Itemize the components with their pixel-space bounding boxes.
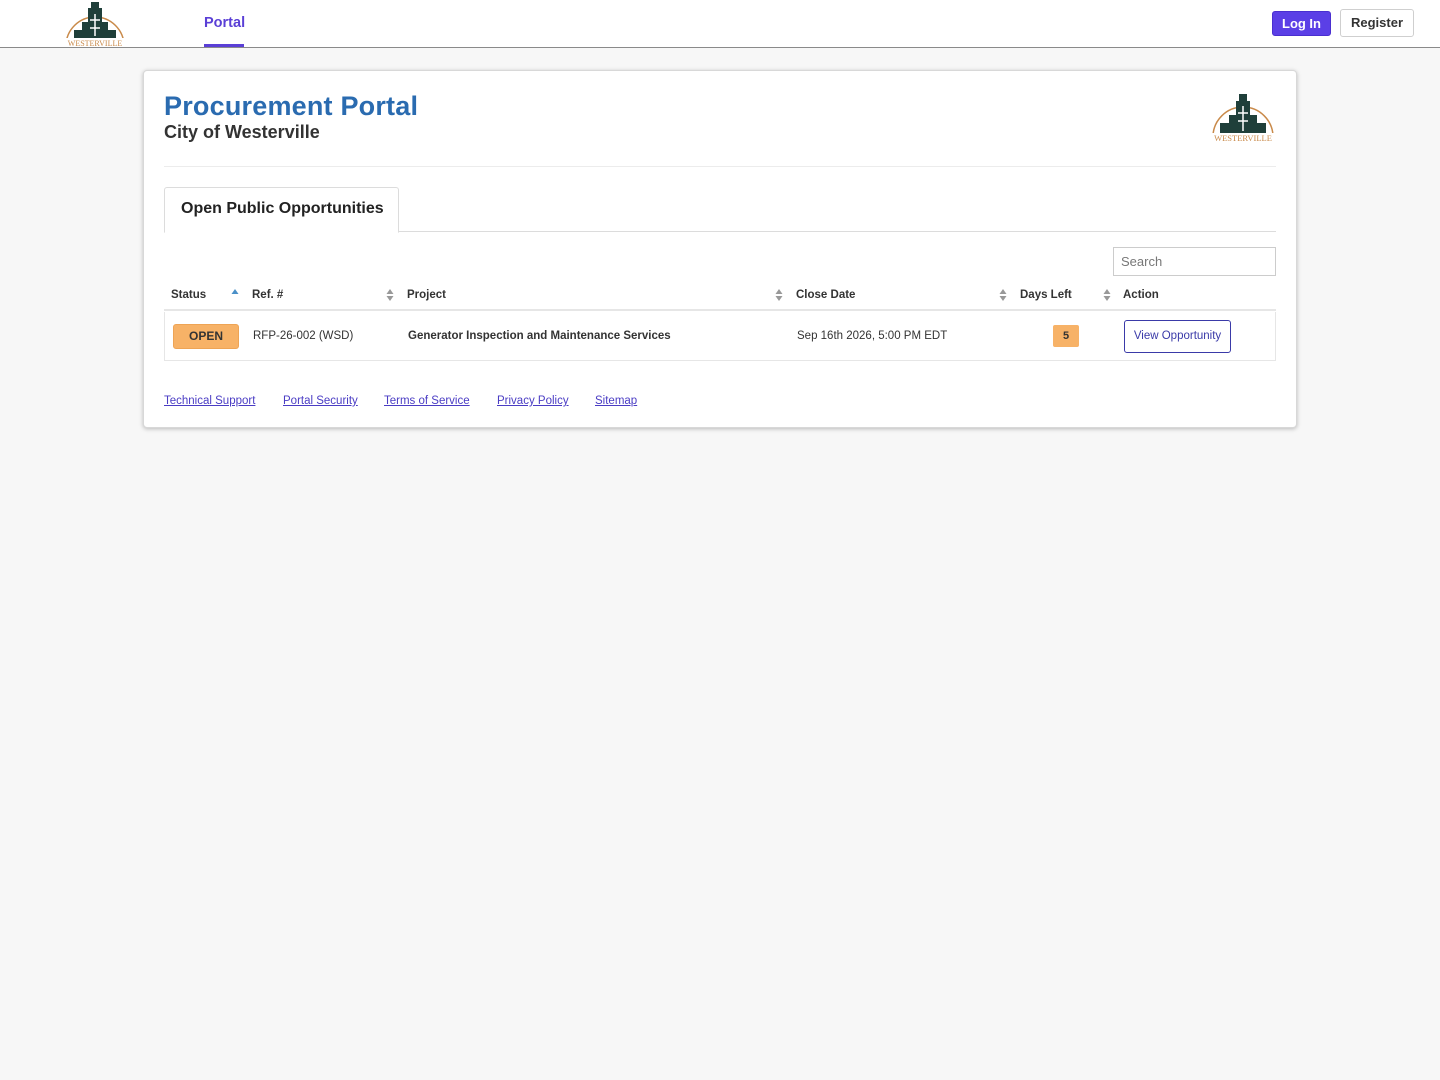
view-opportunity-button[interactable]: View Opportunity	[1124, 320, 1231, 353]
footer-link-technical-support[interactable]: Technical Support	[164, 395, 255, 407]
footer-link-sitemap[interactable]: Sitemap	[595, 395, 637, 407]
status-badge: OPEN	[173, 324, 239, 349]
column-header-ref[interactable]: Ref. #	[252, 281, 283, 309]
register-button[interactable]: Register	[1340, 9, 1414, 37]
footer-link-privacy-policy[interactable]: Privacy Policy	[497, 395, 569, 407]
westerville-seal-icon: WESTERVILLE	[1211, 94, 1275, 143]
sort-icon[interactable]	[386, 288, 394, 302]
header-divider	[164, 166, 1276, 167]
westerville-logo-large: WESTERVILLE	[1210, 91, 1276, 145]
sort-icon[interactable]	[775, 288, 783, 302]
svg-text:WESTERVILLE: WESTERVILLE	[1214, 133, 1272, 143]
sort-icon[interactable]	[1103, 288, 1111, 302]
column-header-status[interactable]: Status	[171, 281, 206, 309]
footer-link-portal-security[interactable]: Portal Security	[283, 395, 358, 407]
page-title: Procurement Portal	[164, 91, 419, 121]
top-navbar: WESTERVILLE Portal Log In Register	[0, 0, 1440, 48]
search-input[interactable]	[1113, 247, 1276, 276]
close-date: Sep 16th 2026, 5:00 PM EDT	[797, 330, 948, 342]
project-name: Generator Inspection and Maintenance Ser…	[408, 330, 671, 342]
westerville-logo[interactable]: WESTERVILLE	[62, 0, 128, 48]
main-card: Procurement Portal City of Westerville W…	[143, 70, 1297, 428]
sort-icon[interactable]	[999, 288, 1007, 302]
table-header: Status Ref. # Project Close Date Days Le…	[164, 281, 1276, 311]
westerville-seal-icon: WESTERVILLE	[64, 2, 126, 48]
login-button[interactable]: Log In	[1272, 11, 1331, 36]
active-tab-indicator	[204, 44, 244, 47]
sort-ascending-icon[interactable]	[231, 288, 239, 302]
svg-text:WESTERVILLE: WESTERVILLE	[68, 39, 123, 48]
days-left-badge: 5	[1053, 325, 1079, 347]
column-header-close-date[interactable]: Close Date	[796, 281, 855, 309]
table-row: OPEN RFP-26-002 (WSD) Generator Inspecti…	[164, 312, 1276, 361]
column-header-project[interactable]: Project	[407, 281, 446, 309]
page-subtitle: City of Westerville	[164, 122, 320, 142]
footer-link-terms-of-service[interactable]: Terms of Service	[384, 395, 470, 407]
column-header-action: Action	[1123, 289, 1159, 301]
nav-tab-portal[interactable]: Portal	[204, 0, 245, 48]
tab-open-public-opportunities[interactable]: Open Public Opportunities	[164, 187, 399, 233]
column-header-days-left[interactable]: Days Left	[1020, 281, 1072, 309]
ref-number: RFP-26-002 (WSD)	[253, 330, 354, 342]
